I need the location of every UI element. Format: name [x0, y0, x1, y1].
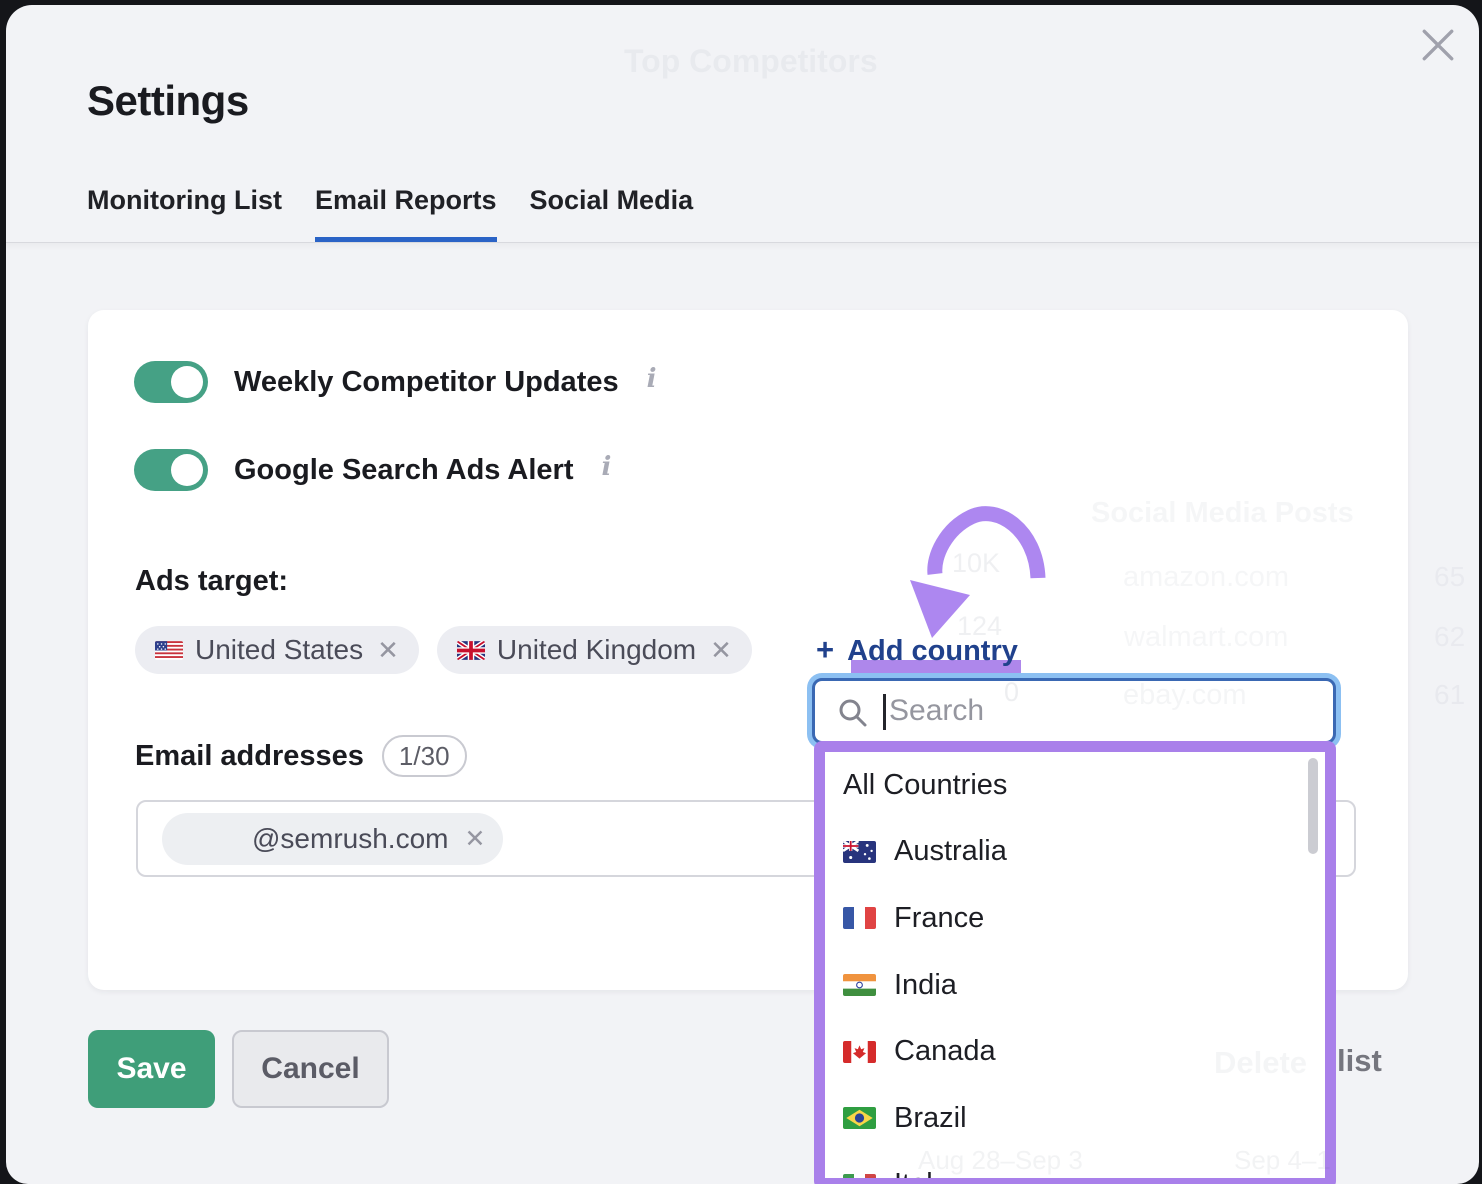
country-option-label: Canada [894, 1035, 996, 1068]
toggle-label: Weekly Competitor Updates [234, 366, 619, 399]
close-icon [1419, 26, 1457, 64]
ghost-text: 62 [1434, 621, 1465, 653]
it-flag-icon [843, 1174, 876, 1184]
toggle-row-weekly-updates: Weekly Competitor Updates i [134, 361, 657, 403]
country-list: All Countries Australia France India Canada B… [825, 752, 1325, 1184]
ads-target-label: Ads target: [135, 565, 288, 598]
save-button[interactable]: Save [88, 1030, 215, 1108]
ghost-text: 61 [1434, 679, 1465, 711]
dropdown-scrollbar[interactable] [1308, 758, 1318, 854]
country-option-label: Australia [894, 835, 1007, 868]
email-chip[interactable]: @semrush.com ✕ [162, 813, 503, 865]
add-country-link[interactable]: + Add country [816, 632, 1018, 668]
tab-monitoring-list[interactable]: Monitoring List [87, 185, 282, 243]
country-option-italy[interactable]: Italy [825, 1152, 1325, 1184]
br-flag-icon [843, 1107, 876, 1129]
chip-label: United Kingdom [497, 634, 696, 666]
country-option-label: France [894, 902, 984, 935]
fr-flag-icon [843, 907, 876, 929]
chip-label: United States [195, 634, 363, 666]
settings-modal: Settings Monitoring List Email Reports Soc… [6, 5, 1479, 1184]
email-addresses-row: Email addresses 1/30 [135, 735, 467, 777]
email-addresses-label: Email addresses [135, 740, 364, 773]
ghost-text: Top Competitors [624, 43, 878, 80]
country-option-label: Brazil [894, 1102, 967, 1135]
header-shadow [6, 243, 1479, 251]
country-option-brazil[interactable]: Brazil [825, 1085, 1325, 1152]
cancel-button[interactable]: Cancel [232, 1030, 389, 1108]
text-caret [883, 694, 886, 730]
us-flag-icon [155, 641, 183, 660]
toggle-label: Google Search Ads Alert [234, 454, 574, 487]
tab-bar: Monitoring List Email Reports Social Media [87, 185, 693, 243]
add-country-label: Add country [847, 635, 1018, 668]
weekly-updates-toggle[interactable] [134, 361, 208, 403]
country-dropdown: All Countries Australia France India Canada B… [814, 741, 1336, 1184]
country-option-label: India [894, 969, 957, 1002]
country-option-label: Italy [894, 1168, 947, 1184]
country-chip-us[interactable]: United States ✕ [135, 626, 419, 674]
country-option-france[interactable]: France [825, 885, 1325, 952]
info-icon[interactable]: i [602, 452, 612, 482]
country-option-australia[interactable]: Australia [825, 819, 1325, 886]
remove-email-icon[interactable]: ✕ [464, 827, 485, 852]
email-chip-label: @semrush.com [252, 823, 448, 855]
country-option-label: All Countries [843, 769, 1007, 802]
country-option-canada[interactable]: Canada [825, 1018, 1325, 1085]
email-counter-badge: 1/30 [382, 735, 467, 777]
ghost-text: list [1337, 1043, 1382, 1079]
au-flag-icon [843, 841, 876, 863]
search-icon [837, 697, 869, 729]
country-chip-gb[interactable]: United Kingdom ✕ [437, 626, 752, 674]
info-icon[interactable]: i [647, 364, 657, 394]
country-search-input[interactable] [889, 685, 1319, 737]
page-title: Settings [87, 77, 249, 125]
gb-flag-icon [457, 641, 485, 660]
toggle-row-search-ads-alert: Google Search Ads Alert i [134, 449, 611, 491]
tab-email-reports[interactable]: Email Reports [315, 185, 497, 243]
country-search-box [812, 678, 1336, 744]
tab-social-media[interactable]: Social Media [530, 185, 694, 243]
country-option-india[interactable]: India [825, 952, 1325, 1019]
remove-country-icon[interactable]: ✕ [710, 637, 732, 663]
plus-icon: + [816, 632, 834, 668]
ghost-text: 65 [1434, 561, 1465, 593]
country-option-all-countries[interactable]: All Countries [825, 752, 1325, 819]
close-button[interactable] [1414, 21, 1462, 69]
ads-target-chips: United States ✕ United Kingdom ✕ [135, 626, 752, 674]
in-flag-icon [843, 974, 876, 996]
search-ads-alert-toggle[interactable] [134, 449, 208, 491]
ca-flag-icon [843, 1041, 876, 1063]
remove-country-icon[interactable]: ✕ [377, 637, 399, 663]
